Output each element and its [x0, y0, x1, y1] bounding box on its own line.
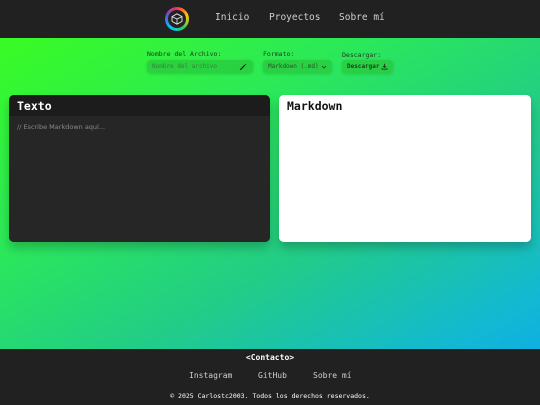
filename-input[interactable] [152, 63, 230, 70]
footer-link-github[interactable]: GitHub [258, 371, 287, 380]
format-select[interactable]: Markdown (.md) [263, 60, 332, 73]
logo-icon[interactable] [165, 7, 189, 31]
logo-inner [168, 10, 186, 28]
polyhedron-icon [171, 13, 183, 25]
download-icon [381, 63, 388, 70]
download-label: Descargar: [342, 51, 382, 59]
footer-link-instagram[interactable]: Instagram [189, 371, 232, 380]
filename-field[interactable] [147, 60, 253, 73]
nav-link-sobre-mi[interactable]: Sobre mí [339, 12, 385, 23]
navbar: Inicio Proyectos Sobre mí [0, 0, 540, 38]
footer-link-sobre-mi[interactable]: Sobre mí [313, 371, 352, 380]
pencil-icon [240, 63, 247, 70]
copyright-text: © 2025 Carlostc2003. Todos los derechos … [170, 392, 370, 400]
chevron-down-icon [321, 65, 327, 69]
format-selected: Markdown (.md) [268, 63, 319, 70]
preview-title: Markdown [279, 95, 531, 116]
editor-title: Texto [9, 95, 270, 116]
download-button[interactable]: Descargar [342, 60, 393, 73]
nav-link-inicio[interactable]: Inicio [215, 12, 249, 23]
markdown-editor[interactable] [9, 116, 270, 242]
editor-panel: Texto [9, 95, 270, 242]
filename-label: Nombre del Archivo: [147, 50, 222, 58]
file-controls: Nombre del Archivo: Formato: Markdown (.… [0, 50, 540, 80]
markdown-preview [279, 116, 531, 242]
download-button-label: Descargar [347, 63, 380, 70]
preview-panel: Markdown [279, 95, 531, 242]
footer: <Contacto> Instagram GitHub Sobre mí © 2… [0, 349, 540, 405]
format-label: Formato: [263, 50, 295, 58]
nav-link-proyectos[interactable]: Proyectos [269, 12, 320, 23]
footer-title: <Contacto> [245, 353, 295, 362]
